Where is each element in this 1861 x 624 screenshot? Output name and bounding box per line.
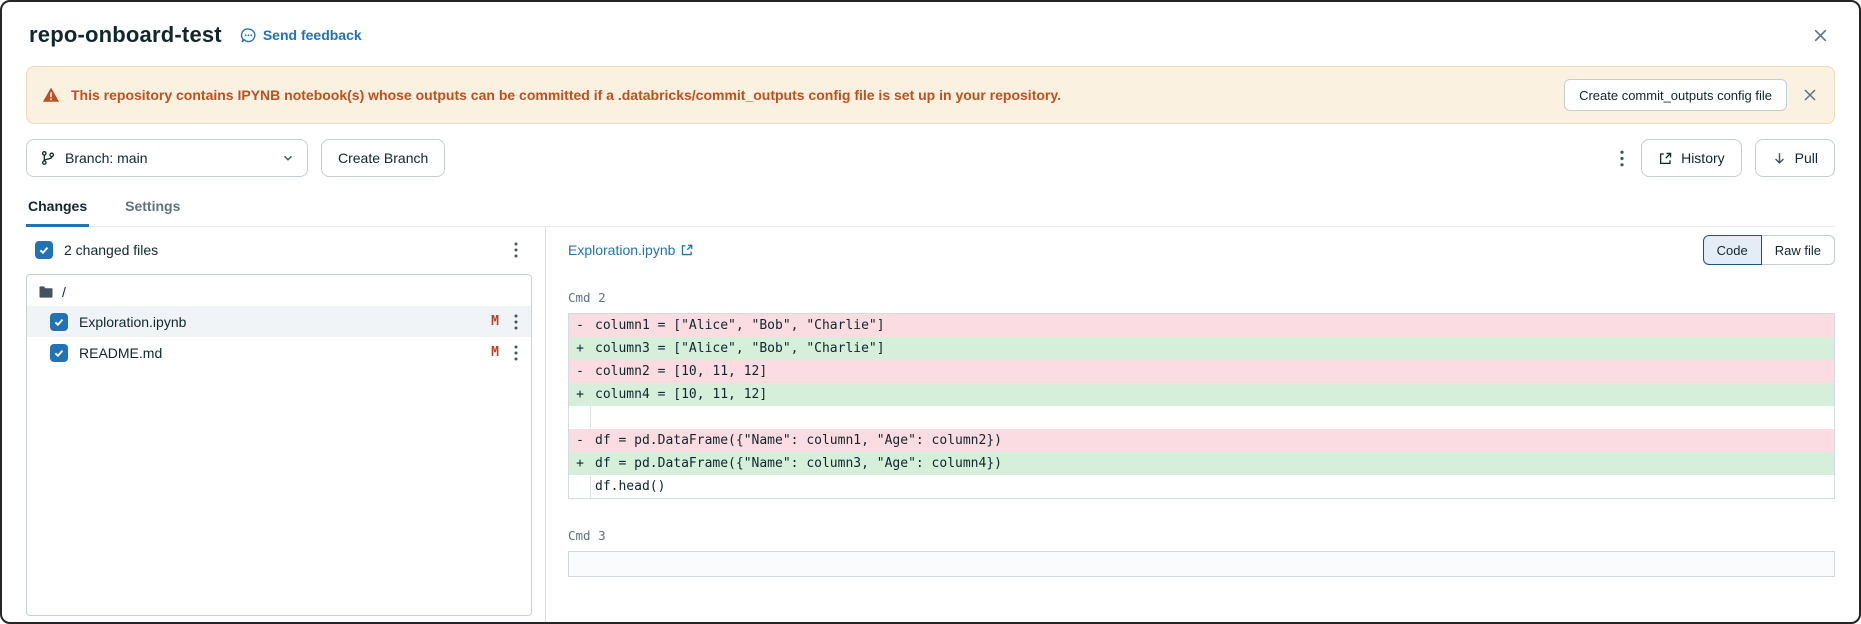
diff-line-sign: - (569, 314, 591, 337)
file-row[interactable]: README.md M (27, 337, 531, 368)
diff-line-sign (569, 475, 591, 498)
diff-file-link[interactable]: Exploration.ipynb (568, 242, 694, 258)
kebab-icon (1620, 150, 1624, 167)
diff-file-title: Exploration.ipynb (568, 242, 675, 258)
warning-icon (42, 86, 60, 104)
branch-selector[interactable]: Branch: main (26, 139, 308, 177)
file-kebab-menu[interactable] (510, 341, 522, 365)
file-name: Exploration.ipynb (79, 314, 480, 330)
feedback-bubble-icon (240, 27, 257, 44)
diff-panel: Exploration.ipynb Code Raw file Cmd 2 -c… (546, 227, 1859, 622)
diff-line-sign (569, 406, 591, 429)
diff-box (568, 551, 1835, 577)
kebab-icon (514, 345, 518, 361)
view-toggle-code[interactable]: Code (1703, 235, 1762, 265)
diff-line-context (569, 406, 1834, 429)
changed-files-header: 2 changed files (26, 231, 532, 269)
create-commit-outputs-button[interactable]: Create commit_outputs config file (1564, 79, 1787, 111)
close-icon (1812, 27, 1829, 44)
banner-dismiss-button[interactable] (1798, 83, 1822, 107)
ipynb-warning-banner: This repository contains IPYNB notebook(… (26, 66, 1835, 124)
diff-line-code (591, 406, 595, 429)
pull-label: Pull (1795, 150, 1818, 166)
close-icon (1802, 87, 1818, 103)
file-name: README.md (79, 345, 480, 361)
folder-icon (38, 284, 54, 300)
diff-line-sign: - (569, 429, 591, 452)
diff-line-code: df = pd.DataFrame({"Name": column1, "Age… (591, 429, 1002, 452)
diff-line-code: column4 = [10, 11, 12] (591, 383, 767, 406)
diff-line-removed: -column1 = ["Alice", "Bob", "Charlie"] (569, 314, 1834, 337)
changed-files-summary: 2 changed files (64, 242, 158, 258)
status-badge: M (491, 314, 499, 329)
branch-selector-label: Branch: main (65, 150, 147, 166)
dialog-header: repo-onboard-test Send feedback (2, 2, 1859, 56)
cmd-label: Cmd 3 (568, 528, 1835, 543)
pull-button[interactable]: Pull (1755, 139, 1835, 177)
toolbar-kebab-menu[interactable] (1616, 146, 1628, 171)
git-branch-icon (40, 150, 56, 166)
page-title: repo-onboard-test (29, 22, 222, 48)
diff-line-added: +df = pd.DataFrame({"Name": column3, "Ag… (569, 452, 1834, 475)
tab-changes[interactable]: Changes (26, 194, 89, 227)
diff-line-code: df = pd.DataFrame({"Name": column3, "Age… (591, 452, 1002, 475)
diff-box: -column1 = ["Alice", "Bob", "Charlie"]+c… (568, 313, 1835, 499)
diff-line-code: df.head() (591, 475, 665, 498)
file-tree: / Exploration.ipynb M README.md M (26, 274, 532, 616)
create-branch-button[interactable]: Create Branch (321, 139, 445, 177)
diff-line-sign: + (569, 337, 591, 360)
git-toolbar: Branch: main Create Branch History (26, 139, 1835, 177)
diff-line-context: df.head() (569, 475, 1834, 498)
kebab-icon (514, 242, 518, 258)
external-link-icon (1658, 151, 1673, 166)
file-checkbox[interactable] (50, 313, 68, 331)
repo-dialog: repo-onboard-test Send feedback (0, 0, 1861, 624)
arrow-down-icon (1772, 151, 1787, 166)
notebook-diff: Cmd 2 -column1 = ["Alice", "Bob", "Charl… (568, 290, 1835, 577)
file-row[interactable]: Exploration.ipynb M (27, 306, 531, 337)
diff-line-added: +column3 = ["Alice", "Bob", "Charlie"] (569, 337, 1834, 360)
diff-line-sign: - (569, 360, 591, 383)
chevron-down-icon (282, 152, 294, 164)
tab-settings[interactable]: Settings (123, 194, 182, 227)
main-content: 2 changed files / Exploration.ipynb (2, 227, 1859, 622)
changed-files-kebab-menu[interactable] (510, 238, 522, 262)
file-kebab-menu[interactable] (510, 310, 522, 334)
kebab-icon (514, 314, 518, 330)
warning-message: This repository contains IPYNB notebook(… (71, 87, 1553, 103)
external-link-icon (680, 243, 694, 257)
send-feedback-label: Send feedback (263, 27, 362, 43)
file-tree-root[interactable]: / (27, 275, 531, 306)
history-label: History (1681, 150, 1725, 166)
diff-line-sign: + (569, 452, 591, 475)
diff-line-sign: + (569, 383, 591, 406)
notebook-cell-diff: Cmd 2 -column1 = ["Alice", "Bob", "Charl… (568, 290, 1835, 499)
dialog-close-button[interactable] (1808, 23, 1833, 48)
diff-line-code: column3 = ["Alice", "Bob", "Charlie"] (591, 337, 885, 360)
select-all-checkbox[interactable] (35, 241, 53, 259)
root-path-label: / (62, 284, 66, 300)
file-list: Exploration.ipynb M README.md M (27, 306, 531, 368)
view-mode-toggle: Code Raw file (1703, 235, 1835, 265)
changed-files-panel: 2 changed files / Exploration.ipynb (2, 227, 545, 622)
diff-line-removed: -df = pd.DataFrame({"Name": column1, "Ag… (569, 429, 1834, 452)
diff-line-code: column1 = ["Alice", "Bob", "Charlie"] (591, 314, 885, 337)
view-toggle-raw-file[interactable]: Raw file (1762, 235, 1835, 265)
diff-line-code: column2 = [10, 11, 12] (591, 360, 767, 383)
send-feedback-link[interactable]: Send feedback (240, 27, 362, 44)
file-checkbox[interactable] (50, 344, 68, 362)
diff-line-removed: -column2 = [10, 11, 12] (569, 360, 1834, 383)
history-button[interactable]: History (1641, 139, 1742, 177)
notebook-cell-diff: Cmd 3 (568, 528, 1835, 577)
cmd-label: Cmd 2 (568, 290, 1835, 305)
status-badge: M (491, 345, 499, 360)
diff-line-added: +column4 = [10, 11, 12] (569, 383, 1834, 406)
tab-bar: Changes Settings (26, 194, 1835, 227)
diff-header: Exploration.ipynb Code Raw file (568, 231, 1835, 269)
